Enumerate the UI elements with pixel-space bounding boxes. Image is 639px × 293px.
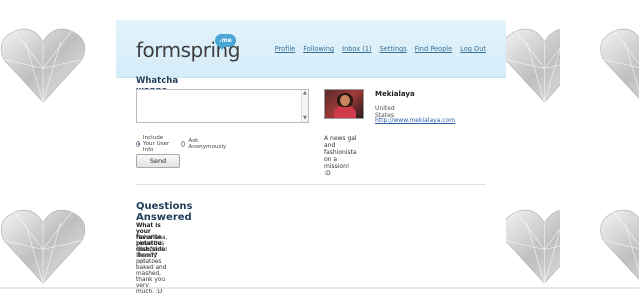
answer-timestamp[interactable]: 2 hours ago bbox=[136, 247, 151, 265]
ask-options: Include Your User Info Ask Anonymously bbox=[136, 135, 226, 153]
send-button[interactable]: Send bbox=[136, 154, 180, 168]
diamond-heart-icon bbox=[500, 24, 560, 104]
avatar[interactable] bbox=[324, 89, 364, 119]
avatar-face bbox=[340, 95, 350, 106]
profile-name: Mekialaya bbox=[375, 90, 415, 98]
diamond-heart-icon bbox=[500, 205, 560, 285]
include-info-radio[interactable] bbox=[136, 141, 140, 147]
main-nav: Profile Following Inbox (1) Settings Fin… bbox=[275, 45, 486, 53]
nav-inbox[interactable]: Inbox (1) bbox=[342, 45, 371, 53]
logo-badge: .me bbox=[215, 34, 236, 50]
header: formspring .me Profile Following Inbox (… bbox=[116, 20, 506, 78]
include-info-label: Include Your User Info bbox=[142, 135, 170, 153]
anonymous-label: Ask Anonymously bbox=[188, 138, 227, 150]
diamond-heart-icon bbox=[0, 205, 88, 285]
nav-profile[interactable]: Profile bbox=[275, 45, 296, 53]
page-bottom-border bbox=[0, 287, 639, 289]
diamond-heart-icon bbox=[598, 205, 639, 285]
nav-settings[interactable]: Settings bbox=[380, 45, 407, 53]
scroll-up-icon[interactable]: ▲ bbox=[303, 91, 307, 96]
anonymous-radio[interactable] bbox=[181, 141, 186, 147]
avatar-body bbox=[334, 106, 356, 118]
question-input[interactable] bbox=[136, 89, 309, 123]
diamond-heart-icon bbox=[598, 24, 639, 104]
nav-following[interactable]: Following bbox=[303, 45, 334, 53]
scroll-down-icon[interactable]: ▼ bbox=[303, 116, 307, 121]
nav-log-out[interactable]: Log Out bbox=[460, 45, 486, 53]
nav-find-people[interactable]: Find People bbox=[415, 45, 453, 53]
questions-answered-title: Questions Answered bbox=[136, 201, 193, 223]
diamond-heart-icon bbox=[0, 24, 88, 104]
profile-website-link[interactable]: http://www.mekialaya.com bbox=[375, 117, 455, 124]
profile-bio: A news gal and fashionista on a mission!… bbox=[324, 135, 357, 177]
question-scrollbar[interactable]: ▲ ▼ bbox=[301, 90, 308, 122]
section-divider bbox=[136, 184, 486, 185]
